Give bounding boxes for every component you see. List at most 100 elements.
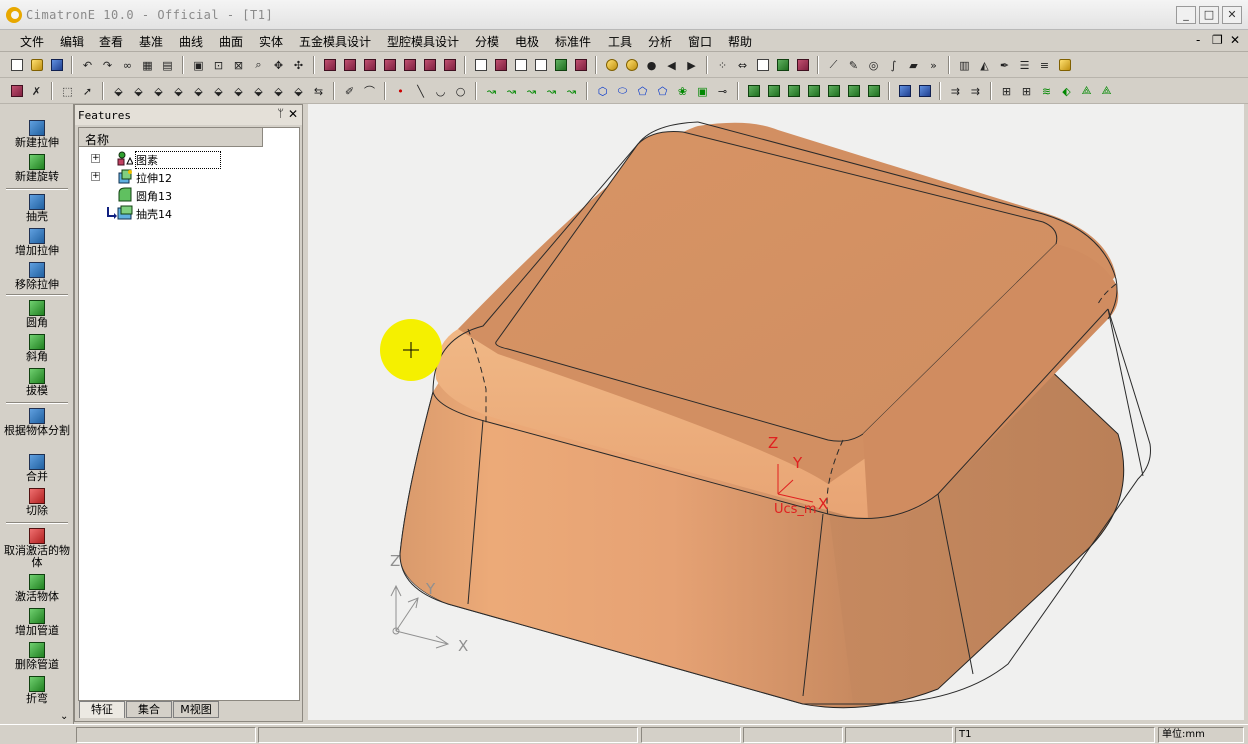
scroll-down-icon[interactable]: ⌄ (60, 711, 68, 722)
tab-features[interactable]: 特征 (79, 701, 125, 718)
draft-button[interactable]: 拔模 (4, 368, 70, 397)
surface-3-icon[interactable]: ⬠ (634, 83, 651, 100)
analysis-5-icon[interactable]: ⟁ (1078, 83, 1095, 100)
solid-6-icon[interactable] (845, 83, 862, 100)
filter-3-icon[interactable]: ⬙ (150, 83, 167, 100)
pin-icon[interactable]: ᛘ (277, 107, 284, 120)
curve-2-icon[interactable]: ↝ (503, 83, 520, 100)
surface-4-icon[interactable]: ⬠ (654, 83, 671, 100)
shaded-icon[interactable] (552, 57, 569, 74)
arrow-right-icon[interactable]: ▶ (683, 57, 700, 74)
add-extrude-button[interactable]: 增加拉伸 (4, 228, 70, 257)
menu-curve[interactable]: 曲线 (179, 33, 203, 50)
solid-3-icon[interactable] (785, 83, 802, 100)
spline-icon[interactable]: ∫ (885, 57, 902, 74)
fillet-button[interactable]: 圆角 (4, 300, 70, 329)
solid-5-icon[interactable] (825, 83, 842, 100)
surface-6-icon[interactable]: ▣ (694, 83, 711, 100)
color-palette-icon[interactable]: ▥ (956, 57, 973, 74)
add-pipe-button[interactable]: 增加管道 (4, 608, 70, 637)
menu-file[interactable]: 文件 (20, 33, 44, 50)
menu-parting[interactable]: 分模 (475, 33, 499, 50)
light-off-icon[interactable]: ● (643, 57, 660, 74)
solid-7-icon[interactable] (865, 83, 882, 100)
light-bulb-icon[interactable] (603, 57, 620, 74)
swap-icon[interactable]: ⇆ (310, 83, 327, 100)
view-bottom-icon[interactable] (441, 57, 458, 74)
menu-datum[interactable]: 基准 (139, 33, 163, 50)
maximize-button[interactable]: □ (1199, 6, 1219, 24)
zoom-icon[interactable]: ⌕ (250, 57, 267, 74)
menu-view[interactable]: 查看 (99, 33, 123, 50)
pick-filter-icon[interactable]: ➚ (79, 83, 96, 100)
surface-5-icon[interactable]: ❀ (674, 83, 691, 100)
part-model[interactable] (399, 121, 1151, 709)
tree-manager-icon[interactable]: ▤ (159, 57, 176, 74)
assembly-icon[interactable] (774, 57, 791, 74)
activate-object-button[interactable]: 激活物体 (4, 574, 70, 603)
minimize-button[interactable]: _ (1176, 6, 1196, 24)
tree-structure-icon[interactable]: ▦ (139, 57, 156, 74)
undo-icon[interactable]: ↶ (79, 57, 96, 74)
model-canvas[interactable]: Z Y X Ucs_m Z Y X (308, 104, 1244, 720)
tree-column-header[interactable]: 名称 (79, 128, 263, 147)
zoom-window-icon[interactable]: ⊡ (210, 57, 227, 74)
filter-8-icon[interactable]: ⬙ (250, 83, 267, 100)
filter-4-icon[interactable]: ⬙ (170, 83, 187, 100)
new-extrude-button[interactable]: 新建拉伸 (4, 120, 70, 149)
analysis-1-icon[interactable]: ⊞ (998, 83, 1015, 100)
point-set-icon[interactable]: ⁘ (714, 57, 731, 74)
solid-8-icon[interactable] (896, 83, 913, 100)
menu-standard-parts[interactable]: 标准件 (555, 33, 591, 50)
tree-item-extrude12[interactable]: + 拉伸12 (79, 168, 299, 186)
curve-5-icon[interactable]: ↝ (563, 83, 580, 100)
menu-analysis[interactable]: 分析 (648, 33, 672, 50)
mdi-close-button[interactable]: ✕ (1230, 33, 1240, 47)
panel-close-icon[interactable]: ✕ (288, 107, 298, 121)
graphics-viewport[interactable]: Z Y X Ucs_m Z Y X (308, 104, 1244, 720)
curve-4-icon[interactable]: ↝ (543, 83, 560, 100)
view-top-icon[interactable] (421, 57, 438, 74)
menu-mold-design[interactable]: 型腔模具设计 (387, 33, 459, 50)
pencil-icon[interactable]: ✎ (845, 57, 862, 74)
surface-7-icon[interactable]: ⊸ (714, 83, 731, 100)
zoom-all-icon[interactable]: ▣ (190, 57, 207, 74)
tree-item-primitives[interactable]: + 图素 (79, 150, 299, 169)
surface-2-icon[interactable]: ⬭ (614, 83, 631, 100)
expand-icon[interactable]: + (91, 172, 100, 181)
surface-1-icon[interactable]: ⬡ (594, 83, 611, 100)
filter-1-icon[interactable]: ⬙ (110, 83, 127, 100)
solid-1-icon[interactable] (745, 83, 762, 100)
hidden-line-icon[interactable] (532, 57, 549, 74)
analysis-3-icon[interactable]: ≋ (1038, 83, 1055, 100)
curve-3-icon[interactable]: ↝ (523, 83, 540, 100)
chamfer-button[interactable]: 斜角 (4, 334, 70, 363)
open-folder-icon[interactable] (28, 57, 45, 74)
mdi-minimize-button[interactable]: - (1196, 33, 1200, 47)
filter-9-icon[interactable]: ⬙ (270, 83, 287, 100)
delete-icon[interactable] (8, 83, 25, 100)
redo-icon[interactable]: ↷ (99, 57, 116, 74)
close-button[interactable]: ✕ (1222, 6, 1242, 24)
bend-button[interactable]: 折弯 (4, 676, 70, 705)
tree-item-shell14[interactable]: 抽壳14 (79, 204, 299, 222)
filter-5-icon[interactable]: ⬙ (190, 83, 207, 100)
solid-2-icon[interactable] (765, 83, 782, 100)
tab-mviews[interactable]: M视图 (173, 701, 219, 718)
unite-button[interactable]: 合并 (4, 454, 70, 483)
view-back-icon[interactable] (361, 57, 378, 74)
tree-item-fillet13[interactable]: 圆角13 (79, 186, 299, 204)
new-revolve-button[interactable]: 新建旋转 (4, 154, 70, 183)
mdi-restore-button[interactable]: ❐ (1212, 33, 1223, 47)
menu-electrode[interactable]: 电极 (515, 33, 539, 50)
menu-surface[interactable]: 曲面 (219, 33, 243, 50)
curve-1-icon[interactable]: ↝ (483, 83, 500, 100)
list-icon[interactable]: ≡ (1036, 57, 1053, 74)
filter-6-icon[interactable]: ⬙ (210, 83, 227, 100)
analysis-2-icon[interactable]: ⊞ (1018, 83, 1035, 100)
solid-9-icon[interactable] (916, 83, 933, 100)
menu-tools[interactable]: 工具 (608, 33, 632, 50)
filter-7-icon[interactable]: ⬙ (230, 83, 247, 100)
pick-mode-icon[interactable]: ⬚ (59, 83, 76, 100)
eyedropper-icon[interactable]: ✒ (996, 57, 1013, 74)
